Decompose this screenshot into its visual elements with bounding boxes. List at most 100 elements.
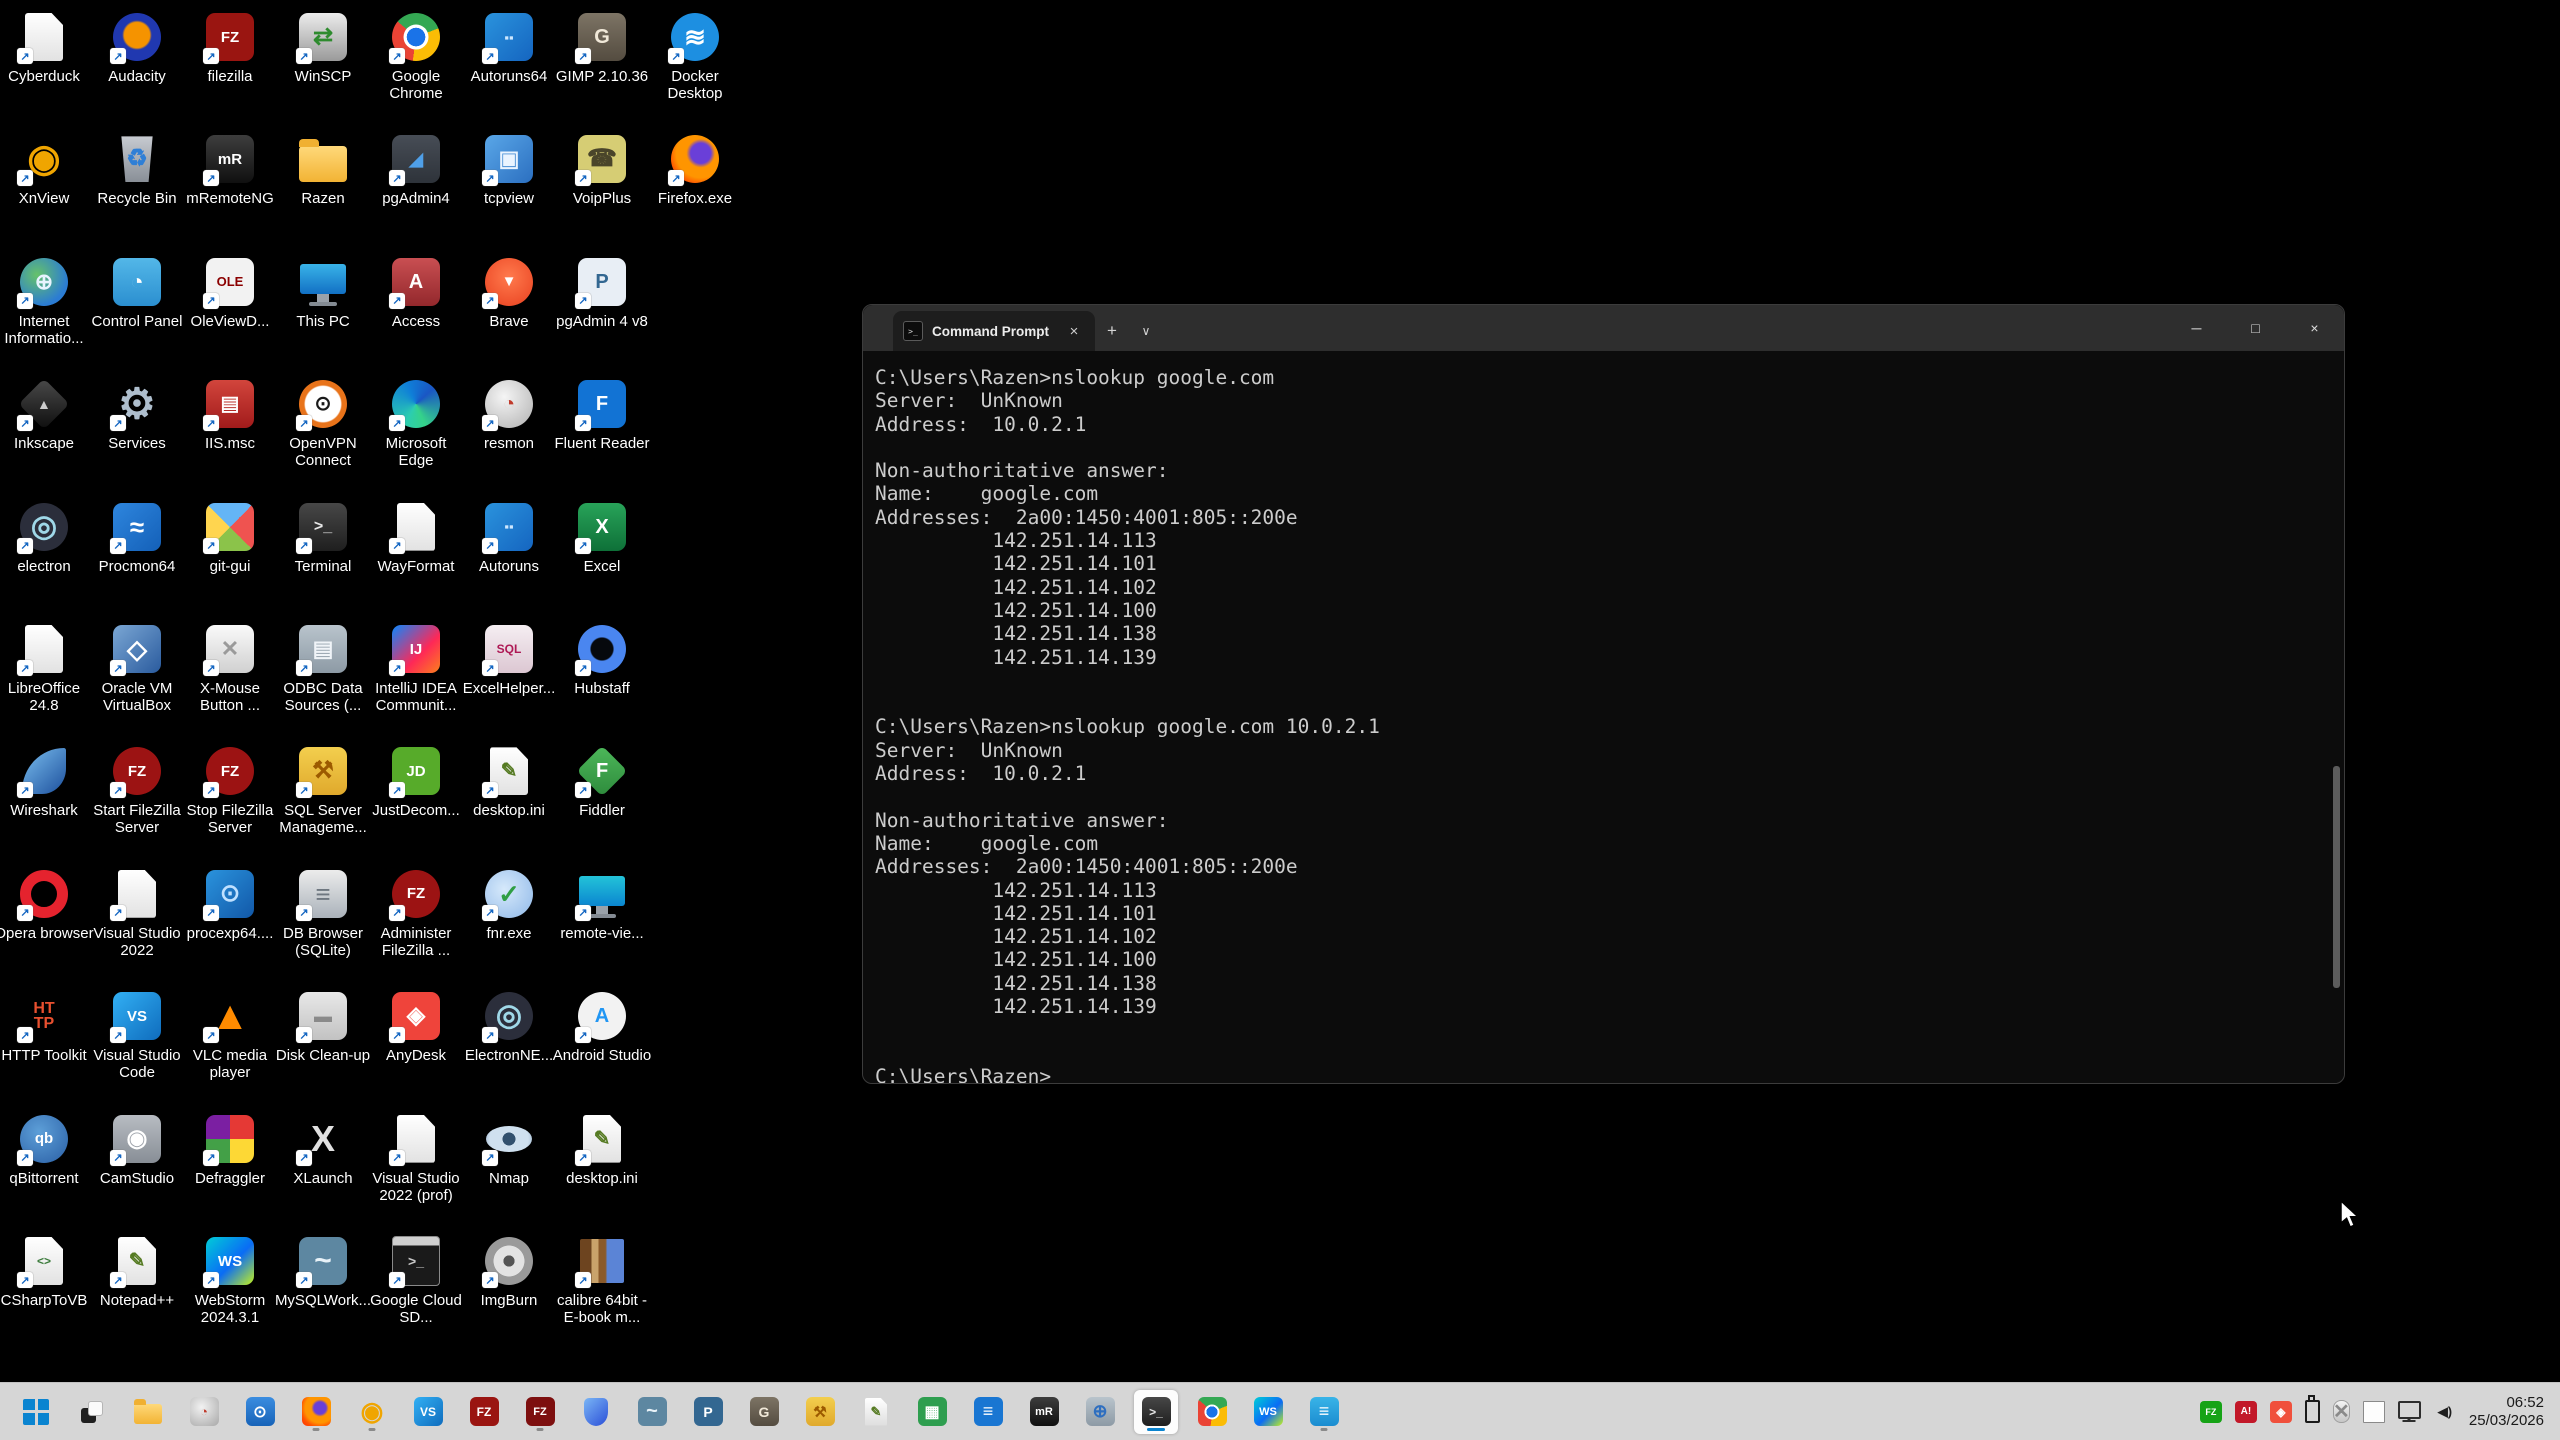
desktop-icon-csharptovb[interactable]: <>↗CSharpToVB bbox=[0, 1237, 92, 1309]
desktop-icon-openvpn-connect[interactable]: ⊙↗OpenVPN Connect bbox=[275, 380, 371, 469]
taskbar-libreoffice-calc[interactable]: ▦ bbox=[910, 1390, 954, 1434]
desktop-icon-procmon64[interactable]: ≈↗Procmon64 bbox=[89, 503, 185, 575]
desktop-icon-xnview[interactable]: ◉↗XnView bbox=[0, 135, 92, 207]
taskbar-file-explorer[interactable] bbox=[126, 1390, 170, 1434]
desktop-icon-justdecompile[interactable]: JD↗JustDecom... bbox=[368, 747, 464, 819]
taskbar-notepad-plus-plus[interactable]: ✎ bbox=[854, 1390, 898, 1434]
desktop-icon-excel[interactable]: X↗Excel bbox=[554, 503, 650, 575]
desktop-icon-android-studio[interactable]: A↗Android Studio bbox=[554, 992, 650, 1064]
desktop-icon-procexp64[interactable]: ⊙↗procexp64.... bbox=[182, 870, 278, 942]
desktop-icon-start-filezilla-server[interactable]: FZ↗Start FileZilla Server bbox=[89, 747, 185, 836]
maximize-button[interactable]: □ bbox=[2226, 305, 2285, 351]
desktop-icon-disk-cleanup[interactable]: ▬↗Disk Clean-up bbox=[275, 992, 371, 1064]
desktop-icon-anydesk[interactable]: ◈↗AnyDesk bbox=[368, 992, 464, 1064]
desktop-icon-vlc[interactable]: ▲↗VLC media player bbox=[182, 992, 278, 1081]
desktop-icon-iis-msc[interactable]: ▤↗IIS.msc bbox=[182, 380, 278, 452]
desktop-icon-fiddler[interactable]: F↗Fiddler bbox=[554, 747, 650, 819]
desktop-icon-defraggler[interactable]: ↗Defraggler bbox=[182, 1115, 278, 1187]
scrollbar-thumb[interactable] bbox=[2333, 766, 2340, 988]
tab-command-prompt[interactable]: >_ Command Prompt × bbox=[893, 311, 1095, 351]
desktop-icon-remote-viewer[interactable]: ↗remote-vie... bbox=[554, 870, 650, 942]
desktop-icon-camstudio[interactable]: ◉↗CamStudio bbox=[89, 1115, 185, 1187]
desktop-icon-autoruns[interactable]: ▪▪↗Autoruns bbox=[461, 503, 557, 575]
taskbar-windows-terminal[interactable]: >_ bbox=[1134, 1390, 1178, 1434]
desktop-icon-access[interactable]: A↗Access bbox=[368, 258, 464, 330]
desktop-icon-odbc-data-sources[interactable]: ▤↗ODBC Data Sources (... bbox=[275, 625, 371, 714]
desktop-icon-imgburn[interactable]: ↗ImgBurn bbox=[461, 1237, 557, 1309]
desktop-icon-libreoffice[interactable]: ↗LibreOffice 24.8 bbox=[0, 625, 92, 714]
terminal-output[interactable]: C:\Users\Razen>nslookup google.comServer… bbox=[863, 351, 2344, 1083]
taskbar-iis-manager[interactable]: ⊕ bbox=[1078, 1390, 1122, 1434]
taskbar-xnview[interactable]: ◉ bbox=[350, 1390, 394, 1434]
desktop-icon-google-chrome[interactable]: ↗Google Chrome bbox=[368, 13, 464, 102]
terminal-titlebar[interactable]: >_ Command Prompt × + ∨ ─ □ × bbox=[863, 305, 2344, 351]
desktop-icon-calibre[interactable]: ↗calibre 64bit - E-book m... bbox=[554, 1237, 650, 1326]
desktop-icon-docker-desktop[interactable]: ≋↗Docker Desktop bbox=[647, 13, 743, 102]
desktop-icon-virtualbox[interactable]: ◇↗Oracle VM VirtualBox bbox=[89, 625, 185, 714]
tray-network-tray[interactable] bbox=[2398, 1401, 2421, 1419]
desktop-icon-visual-studio-2022-prof[interactable]: ↗Visual Studio 2022 (prof) bbox=[368, 1115, 464, 1204]
desktop-icon-wayformat[interactable]: ↗WayFormat bbox=[368, 503, 464, 575]
desktop-icon-razen-folder[interactable]: Razen bbox=[275, 135, 371, 207]
minimize-button[interactable]: ─ bbox=[2167, 305, 2226, 351]
terminal-window[interactable]: >_ Command Prompt × + ∨ ─ □ × C:\Users\R… bbox=[862, 304, 2345, 1084]
tab-close-icon[interactable]: × bbox=[1063, 320, 1085, 342]
tray-usb-device-tray[interactable] bbox=[2305, 1400, 2320, 1423]
desktop-icon-firefox-exe[interactable]: ↗Firefox.exe bbox=[647, 135, 743, 207]
desktop-icon-http-toolkit[interactable]: HT TP↗HTTP Toolkit bbox=[0, 992, 92, 1064]
tray-volume-tray[interactable]: ◀) bbox=[2434, 1401, 2456, 1423]
taskbar-filezilla-server[interactable]: FZ bbox=[518, 1390, 562, 1434]
desktop-icon-xmouse-button[interactable]: ✕↗X-Mouse Button ... bbox=[182, 625, 278, 714]
desktop-icon-inkscape[interactable]: ▲↗Inkscape bbox=[0, 380, 92, 452]
taskbar-security-shield[interactable] bbox=[574, 1390, 618, 1434]
desktop-icon-opera-browser[interactable]: ↗Opera browser bbox=[0, 870, 92, 942]
taskbar-filezilla[interactable]: FZ bbox=[462, 1390, 506, 1434]
desktop-icon-xlaunch[interactable]: X↗XLaunch bbox=[275, 1115, 371, 1187]
desktop-icon-hubstaff[interactable]: ↗Hubstaff bbox=[554, 625, 650, 697]
desktop-icon-internet-information[interactable]: ⊕↗Internet Informatio... bbox=[0, 258, 92, 347]
desktop-icon-webstorm[interactable]: WS↗WebStorm 2024.3.1 bbox=[182, 1237, 278, 1326]
tray-alert-a-tray[interactable]: A! bbox=[2235, 1401, 2257, 1423]
desktop-icon-mysql-workbench[interactable]: ~↗MySQLWork... bbox=[275, 1237, 371, 1309]
desktop-icon-gimp[interactable]: G↗GIMP 2.10.36 bbox=[554, 13, 650, 85]
tray-blank-square-tray[interactable] bbox=[2363, 1401, 2385, 1423]
desktop-icon-wireshark[interactable]: ↗Wireshark bbox=[0, 747, 92, 819]
desktop-icon-administer-filezilla[interactable]: FZ↗Administer FileZilla ... bbox=[368, 870, 464, 959]
desktop-icon-terminal[interactable]: >_↗Terminal bbox=[275, 503, 371, 575]
desktop-icon-pgadmin4[interactable]: ◢↗pgAdmin4 bbox=[368, 135, 464, 207]
taskbar-vscode[interactable]: VS bbox=[406, 1390, 450, 1434]
desktop-icon-qbittorrent[interactable]: qb↗qBittorrent bbox=[0, 1115, 92, 1187]
tab-dropdown-button[interactable]: ∨ bbox=[1129, 311, 1163, 351]
desktop-icon-desktop-ini-1[interactable]: ✎↗desktop.ini bbox=[461, 747, 557, 819]
desktop-icon-google-cloud-sdk[interactable]: >_↗Google Cloud SD... bbox=[368, 1237, 464, 1326]
taskbar-start-button[interactable] bbox=[14, 1390, 58, 1434]
desktop-icon-this-pc[interactable]: This PC bbox=[275, 258, 371, 330]
desktop-icon-audacity[interactable]: ↗Audacity bbox=[89, 13, 185, 85]
taskbar-chrome[interactable] bbox=[1190, 1390, 1234, 1434]
desktop-icon-electron[interactable]: ◎↗electron bbox=[0, 503, 92, 575]
taskbar-gimp[interactable]: G bbox=[742, 1390, 786, 1434]
desktop-icon-visual-studio-2022[interactable]: ↗Visual Studio 2022 bbox=[89, 870, 185, 959]
desktop-icon-intellij-idea[interactable]: IJ↗IntelliJ IDEA Communit... bbox=[368, 625, 464, 714]
desktop-icon-electronnet[interactable]: ◎↗ElectronNE... bbox=[461, 992, 557, 1064]
desktop-icon-oleview[interactable]: OLE↗OleViewD... bbox=[182, 258, 278, 330]
desktop-icon-fluent-reader[interactable]: F↗Fluent Reader bbox=[554, 380, 650, 452]
taskbar-disk-search[interactable]: ⊙ bbox=[238, 1390, 282, 1434]
desktop-icon-autoruns64[interactable]: ▪▪↗Autoruns64 bbox=[461, 13, 557, 85]
desktop-icon-pgadmin4-v8[interactable]: P↗pgAdmin 4 v8 bbox=[554, 258, 650, 330]
taskbar-webstorm[interactable]: WS bbox=[1246, 1390, 1290, 1434]
desktop-icon-excelhelper[interactable]: SQL↗ExcelHelper... bbox=[461, 625, 557, 697]
desktop-icon-ssms[interactable]: ⚒↗SQL Server Manageme... bbox=[275, 747, 371, 836]
desktop-icon-control-panel[interactable]: ◔Control Panel bbox=[89, 258, 185, 330]
desktop-icon-nmap[interactable]: ↗Nmap bbox=[461, 1115, 557, 1187]
desktop-icon-services[interactable]: ⚙↗Services bbox=[89, 380, 185, 452]
taskbar-resource-monitor[interactable]: ◔ bbox=[182, 1390, 226, 1434]
new-tab-button[interactable]: + bbox=[1095, 311, 1129, 351]
taskbar-firefox[interactable] bbox=[294, 1390, 338, 1434]
desktop-icon-brave[interactable]: ▼↗Brave bbox=[461, 258, 557, 330]
tray-filezilla-server-tray[interactable]: FZ bbox=[2200, 1401, 2222, 1423]
tray-anydesk-tray[interactable]: ◈ bbox=[2270, 1401, 2292, 1423]
taskbar-pgadmin[interactable]: P bbox=[686, 1390, 730, 1434]
tray-xmouse-tray[interactable]: ✕ bbox=[2333, 1400, 2350, 1423]
desktop-icon-recycle-bin[interactable]: ♻Recycle Bin bbox=[89, 135, 185, 207]
